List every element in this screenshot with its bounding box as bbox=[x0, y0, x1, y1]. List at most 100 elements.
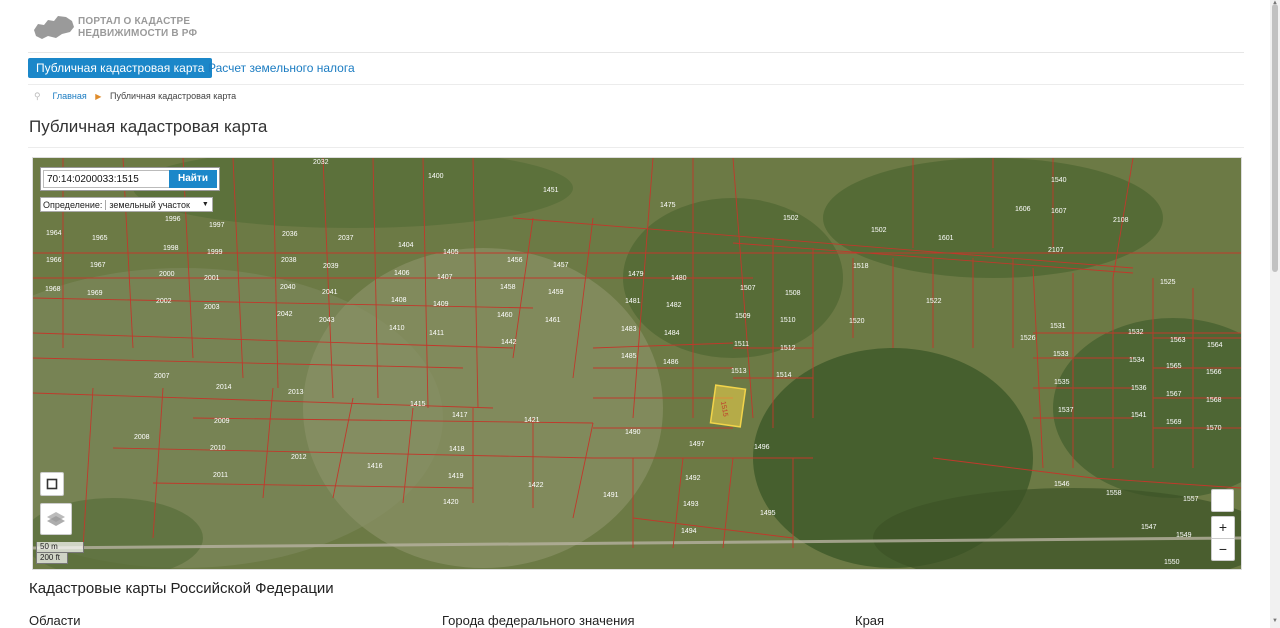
find-button[interactable]: Найти bbox=[169, 170, 217, 188]
parcel-label[interactable]: 2003 bbox=[204, 304, 220, 311]
russia-map-logo-icon[interactable] bbox=[32, 12, 76, 42]
parcel-label[interactable]: 1511 bbox=[734, 341, 749, 348]
parcel-label[interactable]: 1546 bbox=[1054, 481, 1070, 488]
parcel-label[interactable]: 1525 bbox=[1160, 279, 1176, 286]
zoom-out-button[interactable]: − bbox=[1212, 539, 1234, 560]
parcel-label[interactable]: 1547 bbox=[1141, 524, 1157, 531]
parcel-label[interactable]: 1416 bbox=[367, 463, 383, 470]
parcel-label[interactable]: 1482 bbox=[666, 302, 682, 309]
parcel-label[interactable]: 2013 bbox=[288, 389, 304, 396]
satellite-map-canvas[interactable]: 2032 1400 1451 1475 1502 1502 1601 2107 1540 1607… bbox=[33, 158, 1241, 569]
parcel-label[interactable]: 2036 bbox=[282, 231, 298, 238]
parcel-label[interactable]: 2012 bbox=[291, 454, 307, 461]
column-oblasts[interactable]: Области bbox=[29, 613, 81, 628]
parcel-label[interactable]: 2107 bbox=[1048, 247, 1064, 254]
parcel-label[interactable]: 2043 bbox=[319, 317, 335, 324]
parcel-label[interactable]: 1563 bbox=[1170, 337, 1186, 344]
parcel-label[interactable]: 1549 bbox=[1176, 532, 1192, 539]
parcel-label[interactable]: 2037 bbox=[338, 235, 354, 242]
parcel-label[interactable]: 2039 bbox=[323, 263, 339, 270]
parcel-label[interactable]: 2032 bbox=[313, 159, 329, 166]
parcel-label[interactable]: 1408 bbox=[391, 297, 407, 304]
parcel-label[interactable]: 1569 bbox=[1166, 419, 1182, 426]
parcel-label[interactable]: 1483 bbox=[621, 326, 637, 333]
parcel-label[interactable]: 1409 bbox=[433, 301, 449, 308]
parcel-label[interactable]: 1502 bbox=[783, 215, 799, 222]
parcel-label[interactable]: 1558 bbox=[1106, 490, 1122, 497]
parcel-label[interactable]: 1522 bbox=[926, 298, 942, 305]
parcel-label[interactable]: 2038 bbox=[281, 257, 297, 264]
parcel-label[interactable]: 1417 bbox=[452, 412, 468, 419]
parcel-label[interactable]: 1999 bbox=[207, 249, 223, 256]
parcel-label[interactable]: 1564 bbox=[1207, 342, 1223, 349]
parcel-label[interactable]: 1507 bbox=[740, 285, 756, 292]
parcel-label[interactable]: 1420 bbox=[443, 499, 459, 506]
parcel-label[interactable]: 1480 bbox=[671, 275, 687, 282]
parcel-label[interactable]: 2041 bbox=[322, 289, 338, 296]
parcel-label[interactable]: 1510 bbox=[780, 317, 796, 324]
parcel-label[interactable]: 1486 bbox=[663, 359, 679, 366]
parcel-label[interactable]: 1461 bbox=[545, 317, 561, 324]
parcel-label[interactable]: 1541 bbox=[1131, 412, 1147, 419]
parcel-label[interactable]: 1496 bbox=[754, 444, 770, 451]
parcel-label[interactable]: 1966 bbox=[46, 257, 62, 264]
parcel-label[interactable]: 1537 bbox=[1058, 407, 1074, 414]
parcel-label[interactable]: 1459 bbox=[548, 289, 564, 296]
parcel-label[interactable]: 1456 bbox=[507, 257, 523, 264]
parcel-label[interactable]: 1442 bbox=[501, 339, 517, 346]
parcel-label[interactable]: 2000 bbox=[159, 271, 175, 278]
parcel-label[interactable]: 2002 bbox=[156, 298, 172, 305]
select-area-tool-button[interactable] bbox=[40, 472, 64, 496]
parcel-label[interactable]: 1969 bbox=[87, 290, 103, 297]
parcel-label[interactable]: 1495 bbox=[760, 510, 776, 517]
parcel-label[interactable]: 2108 bbox=[1113, 217, 1129, 224]
parcel-label[interactable]: 1565 bbox=[1166, 363, 1182, 370]
parcel-label[interactable]: 1509 bbox=[735, 313, 751, 320]
definition-select[interactable]: земельный участок ▼ bbox=[105, 199, 211, 210]
parcel-label[interactable]: 1520 bbox=[849, 318, 865, 325]
parcel-label[interactable]: 1968 bbox=[45, 286, 61, 293]
parcel-label[interactable]: 1532 bbox=[1128, 329, 1144, 336]
parcel-label[interactable]: 1451 bbox=[543, 187, 559, 194]
parcel-label[interactable]: 1508 bbox=[785, 290, 801, 297]
parcel-label[interactable]: 1458 bbox=[500, 284, 516, 291]
parcel-label[interactable]: 1533 bbox=[1053, 351, 1069, 358]
parcel-label[interactable]: 1491 bbox=[603, 492, 619, 499]
parcel-label[interactable]: 1540 bbox=[1051, 177, 1067, 184]
parcel-label[interactable]: 1514 bbox=[776, 372, 792, 379]
logo-text[interactable]: ПОРТАЛ О КАДАСТРЕ НЕДВИЖИМОСТИ В РФ bbox=[78, 16, 197, 40]
tab-public-cadastral-map[interactable]: Публичная кадастровая карта bbox=[28, 58, 213, 78]
page-scrollbar[interactable]: ▲ ▼ bbox=[1270, 0, 1280, 628]
parcel-label[interactable]: 2014 bbox=[216, 384, 232, 391]
parcel-label[interactable]: 1485 bbox=[621, 353, 637, 360]
parcel-label[interactable]: 1606 bbox=[1015, 206, 1031, 213]
scrollbar-thumb[interactable] bbox=[1272, 4, 1278, 272]
parcel-label[interactable]: 1964 bbox=[46, 230, 62, 237]
zoom-in-button[interactable]: + bbox=[1212, 517, 1234, 539]
parcel-label[interactable]: 1997 bbox=[209, 222, 225, 229]
highlighted-parcel[interactable] bbox=[709, 384, 747, 428]
tab-land-tax-calculation[interactable]: Расчет земельного налога bbox=[200, 58, 363, 78]
parcel-label[interactable]: 2007 bbox=[154, 373, 170, 380]
parcel-label[interactable]: 2010 bbox=[210, 445, 226, 452]
parcel-label[interactable]: 1568 bbox=[1206, 397, 1222, 404]
parcel-label[interactable]: 1492 bbox=[685, 475, 701, 482]
parcel-label[interactable]: 1557 bbox=[1183, 496, 1199, 503]
parcel-label[interactable]: 1512 bbox=[780, 345, 796, 352]
parcel-label[interactable]: 2009 bbox=[214, 418, 230, 425]
parcel-label[interactable]: 1481 bbox=[625, 298, 641, 305]
parcel-label[interactable]: 1400 bbox=[428, 173, 444, 180]
scroll-down-icon[interactable]: ▼ bbox=[1272, 618, 1278, 624]
parcel-label[interactable]: 2001 bbox=[204, 275, 220, 282]
column-federal-cities[interactable]: Города федерального значения bbox=[442, 613, 635, 628]
cadastral-map[interactable]: 2032 1400 1451 1475 1502 1502 1601 2107 1540 1607… bbox=[32, 157, 1242, 570]
parcel-label[interactable]: 1607 bbox=[1051, 208, 1067, 215]
parcel-label[interactable]: 1475 bbox=[660, 202, 676, 209]
parcel-label[interactable]: 1513 bbox=[731, 368, 747, 375]
parcel-label[interactable]: 1965 bbox=[92, 235, 108, 242]
parcel-label[interactable]: 1601 bbox=[938, 235, 954, 242]
parcel-label[interactable]: 1415 bbox=[410, 401, 426, 408]
parcel-label[interactable]: 1421 bbox=[524, 417, 540, 424]
parcel-label[interactable]: 1404 bbox=[398, 242, 414, 249]
parcel-label[interactable]: 2040 bbox=[280, 284, 296, 291]
